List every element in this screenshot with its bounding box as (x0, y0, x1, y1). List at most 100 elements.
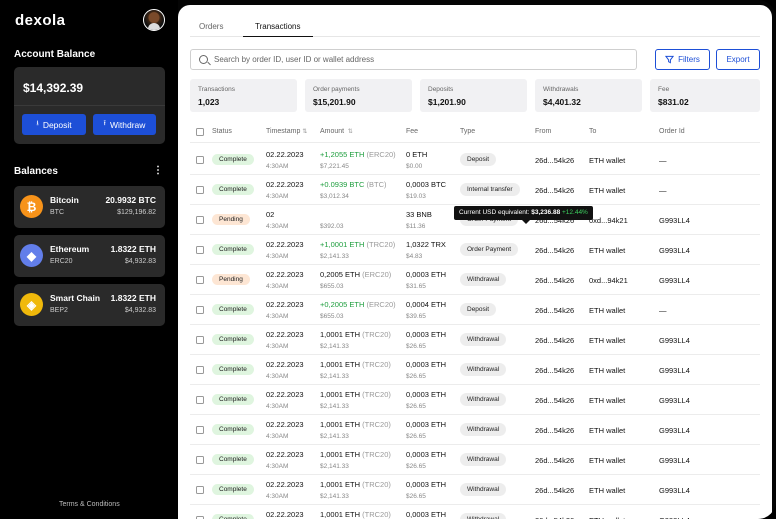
terms-link[interactable]: Terms & Conditions (59, 501, 120, 508)
order-id: G993LL4 (659, 246, 690, 255)
row-checkbox[interactable] (196, 156, 204, 164)
fee-value: 0,0004 ETH (406, 300, 447, 309)
amount-currency: (TRC20) (362, 510, 391, 519)
from-address[interactable]: 26d...54k26 (535, 156, 574, 165)
deposit-button[interactable]: ⭳ Deposit (22, 114, 86, 135)
amount-value: +0.0939 BTC (320, 180, 365, 189)
stat-label: Deposits (428, 86, 454, 93)
table-row[interactable]: Complete02.22.20234:30AM1,0001 ETH (TRC2… (190, 415, 760, 445)
table-row[interactable]: Complete 02.22.2023 4:30AM +1,0001 ETH (TRC… (190, 235, 760, 265)
sort-icon: ⇅ (346, 129, 353, 135)
table-row[interactable]: Complete 02.22.2023 4:30AM +0.0939 BTC (BTC… (190, 175, 760, 205)
from-address[interactable]: 26d...54k26 (535, 336, 574, 345)
row-checkbox[interactable] (196, 396, 204, 404)
export-button[interactable]: Export (716, 49, 760, 70)
coin-card-btc[interactable]: ₿ Bitcoin BTC 20.9932 BTC $129,196.82 (14, 186, 165, 228)
tab-transactions[interactable]: Transactions (243, 22, 313, 37)
from-address[interactable]: 26d...54k26 (535, 396, 574, 405)
stat-label: Order payments (313, 86, 360, 93)
coin-card-bep2[interactable]: ◈ Smart Chain BEP2 1.8322 ETH $4,932.83 (14, 284, 165, 326)
from-address[interactable]: 26d...54k26 (535, 486, 574, 495)
to-address[interactable]: ETH wallet (589, 366, 625, 375)
type-badge: Withdrawal (460, 483, 507, 496)
fee-usd: $26.65 (406, 403, 426, 410)
tab-orders[interactable]: Orders (199, 22, 223, 36)
status-badge: Complete (212, 154, 254, 165)
table-row[interactable]: Complete02.22.20234:30AM1,0001 ETH (TRC2… (190, 475, 760, 505)
from-address[interactable]: 26d...54k26 (535, 276, 574, 285)
table-row[interactable]: Complete02.22.20234:30AM1,0001 ETH (TRC2… (190, 385, 760, 415)
to-address[interactable]: ETH wallet (589, 306, 625, 315)
row-checkbox[interactable] (196, 186, 204, 194)
amount: 1,0001 ETH (TRC20) (320, 420, 391, 429)
timestamp-time: 4:30AM (266, 193, 289, 200)
from-address[interactable]: 26d...54k26 (535, 306, 574, 315)
order-id: G993LL4 (659, 366, 690, 375)
to-address[interactable]: ETH wallet (589, 396, 625, 405)
to-address[interactable]: ETH wallet (589, 186, 625, 195)
stat-label: Transactions (198, 86, 235, 93)
column-amount-label: Amount (320, 128, 345, 135)
row-checkbox[interactable] (196, 216, 204, 224)
table-row[interactable]: Complete 02.22.2023 4:30AM +0,2005 ETH (ERC… (190, 295, 760, 325)
to-address[interactable]: ETH wallet (589, 486, 625, 495)
row-checkbox[interactable] (196, 486, 204, 494)
to-address[interactable]: 0xd...94k21 (589, 216, 628, 225)
stat-label: Fee (658, 86, 670, 93)
from-address[interactable]: 26d...54k26 (535, 366, 574, 375)
select-all-checkbox[interactable] (196, 128, 204, 136)
amount-currency: (TRC20) (362, 360, 391, 369)
avatar[interactable] (143, 9, 165, 31)
row-checkbox[interactable] (196, 456, 204, 464)
amount-currency: (TRC20) (362, 480, 391, 489)
row-checkbox[interactable] (196, 276, 204, 284)
row-checkbox[interactable] (196, 426, 204, 434)
to-address[interactable]: 0xd...94k21 (589, 276, 628, 285)
to-address[interactable]: ETH wallet (589, 156, 625, 165)
search-input[interactable] (214, 50, 624, 69)
table-row[interactable]: Complete02.22.20234:30AM1,0001 ETH (TRC2… (190, 325, 760, 355)
timestamp-date: 02.22.2023 (266, 480, 304, 489)
row-checkbox[interactable] (196, 246, 204, 254)
table-row[interactable]: Complete02.22.20234:30AM1,0001 ETH (TRC2… (190, 445, 760, 475)
stat-value: $4,401.32 (543, 97, 581, 107)
account-balance-amount: $14,392.39 (23, 81, 84, 95)
to-address[interactable]: ETH wallet (589, 426, 625, 435)
timestamp-date: 02.22.2023 (266, 150, 304, 159)
fee-usd: $39.65 (406, 313, 426, 320)
amount-usd: $2,141.33 (320, 433, 349, 440)
deposit-label: Deposit (42, 119, 72, 130)
from-address[interactable]: 26d...54k26 (535, 426, 574, 435)
to-address[interactable]: ETH wallet (589, 246, 625, 255)
coin-name: Smart Chain (50, 293, 101, 303)
table-row[interactable]: Complete 02.22.2023 4:30AM +1,2055 ETH (ERC… (190, 145, 760, 175)
table-row[interactable]: Pending 02.22.2023 4:30AM 0,2005 ETH (ERC20… (190, 265, 760, 295)
from-address[interactable]: 26d...54k26 (535, 456, 574, 465)
to-address[interactable]: ETH wallet (589, 336, 625, 345)
stat-value: 1,023 (198, 97, 220, 107)
row-checkbox[interactable] (196, 336, 204, 344)
fee-value: 33 BNB (406, 210, 432, 219)
from-address[interactable]: 26d...54k26 (535, 186, 574, 195)
type-badge: Order Payment (460, 243, 519, 256)
status-badge: Complete (212, 394, 254, 405)
column-timestamp[interactable]: Timestamp ⇅ (266, 128, 307, 135)
column-amount[interactable]: Amount ⇅ (320, 128, 353, 135)
withdraw-button[interactable]: ⭱ Withdraw (93, 114, 156, 135)
fee-value: 1,0322 TRX (406, 240, 446, 249)
coin-card-erc20[interactable]: ◆ Ethereum ERC20 1.8322 ETH $4,932.83 (14, 235, 165, 277)
row-checkbox[interactable] (196, 366, 204, 374)
table-row[interactable]: Complete02.22.20234:30AM1,0001 ETH (TRC2… (190, 355, 760, 385)
from-address[interactable]: 26d...54k26 (535, 246, 574, 255)
more-menu-icon[interactable]: ⋮ (153, 165, 163, 176)
row-checkbox[interactable] (196, 306, 204, 314)
filter-icon (665, 55, 675, 64)
amount-usd: $2,141.33 (320, 343, 349, 350)
to-address[interactable]: ETH wallet (589, 456, 625, 465)
coin-network: BTC (50, 209, 64, 216)
table-row[interactable]: Complete02.22.20234:30AM1,0001 ETH (TRC2… (190, 505, 760, 519)
column-to: To (589, 128, 597, 135)
order-id: G993LL4 (659, 486, 690, 495)
search-box[interactable] (190, 49, 637, 70)
filters-button[interactable]: Filters (655, 49, 710, 70)
